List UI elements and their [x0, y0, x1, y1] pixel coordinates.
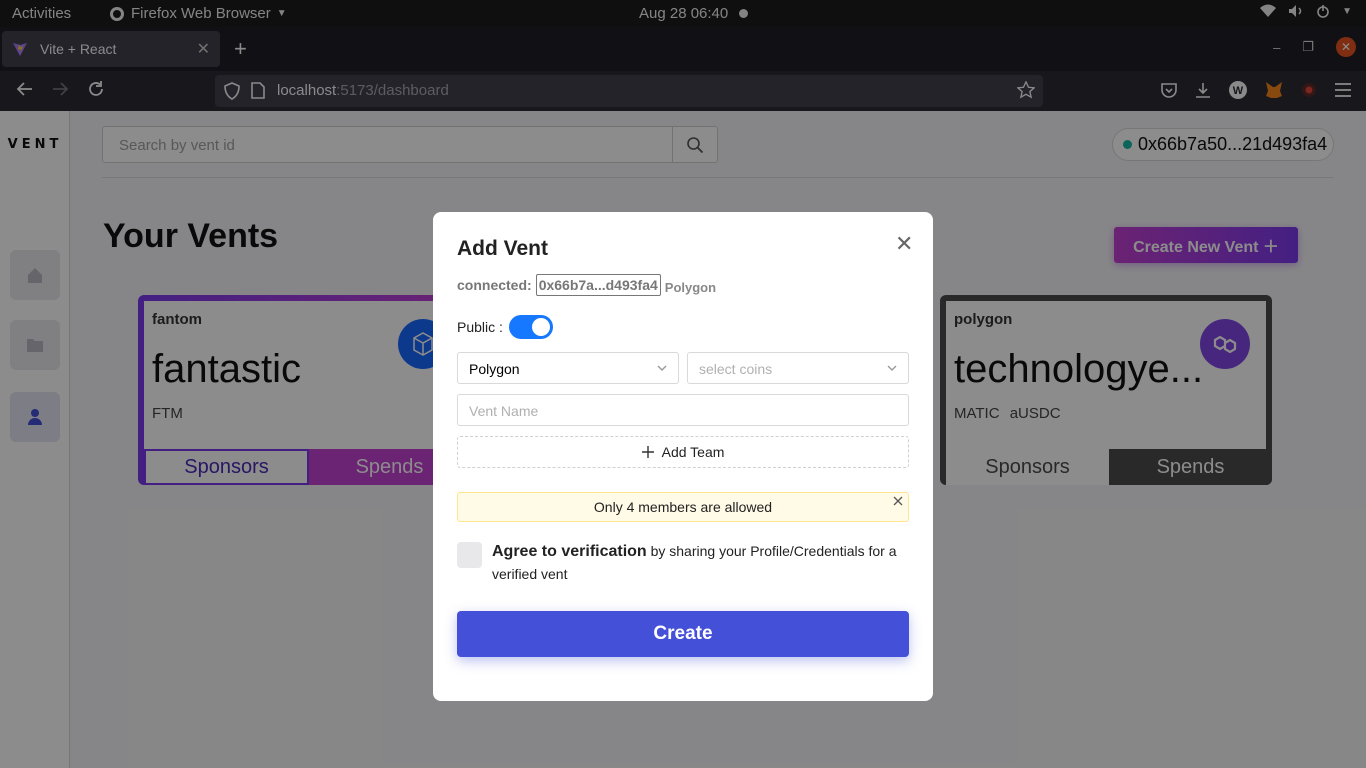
vent-name-placeholder: Vent Name [469, 403, 539, 419]
add-team-label: Add Team [661, 444, 725, 460]
connected-info: connected: 0x66b7a...d493fa4 Polygon [457, 274, 716, 296]
coins-select-placeholder: select coins [699, 361, 773, 377]
connected-label: connected: [457, 277, 532, 293]
toggle-knob [532, 318, 550, 336]
close-icon[interactable] [892, 495, 904, 507]
chain-select[interactable]: Polygon [457, 352, 679, 384]
add-vent-modal: Add Vent ✕ connected: 0x66b7a...d493fa4 … [433, 212, 933, 701]
plus-icon [641, 446, 654, 458]
alert-message: Only 4 members are allowed [593, 499, 773, 515]
connected-chain: Polygon [664, 279, 717, 295]
public-label: Public : [457, 319, 503, 335]
add-team-button[interactable]: Add Team [457, 436, 909, 468]
chevron-down-icon [657, 365, 667, 371]
create-button[interactable]: Create [457, 611, 909, 657]
modal-title: Add Vent [457, 237, 549, 260]
agree-checkbox[interactable] [457, 542, 482, 568]
agree-bold: Agree to verification [492, 543, 647, 560]
coins-select[interactable]: select coins [687, 352, 909, 384]
public-toggle[interactable] [509, 315, 553, 339]
members-alert: Only 4 members are allowed [457, 492, 909, 522]
vent-name-input[interactable]: Vent Name [457, 394, 909, 426]
chain-select-value: Polygon [469, 361, 520, 377]
chevron-down-icon [887, 365, 897, 371]
modal-close-icon[interactable]: ✕ [895, 231, 913, 257]
connected-address: 0x66b7a...d493fa4 [535, 274, 661, 296]
agree-text: Agree to verification by sharing your Pr… [492, 540, 912, 586]
